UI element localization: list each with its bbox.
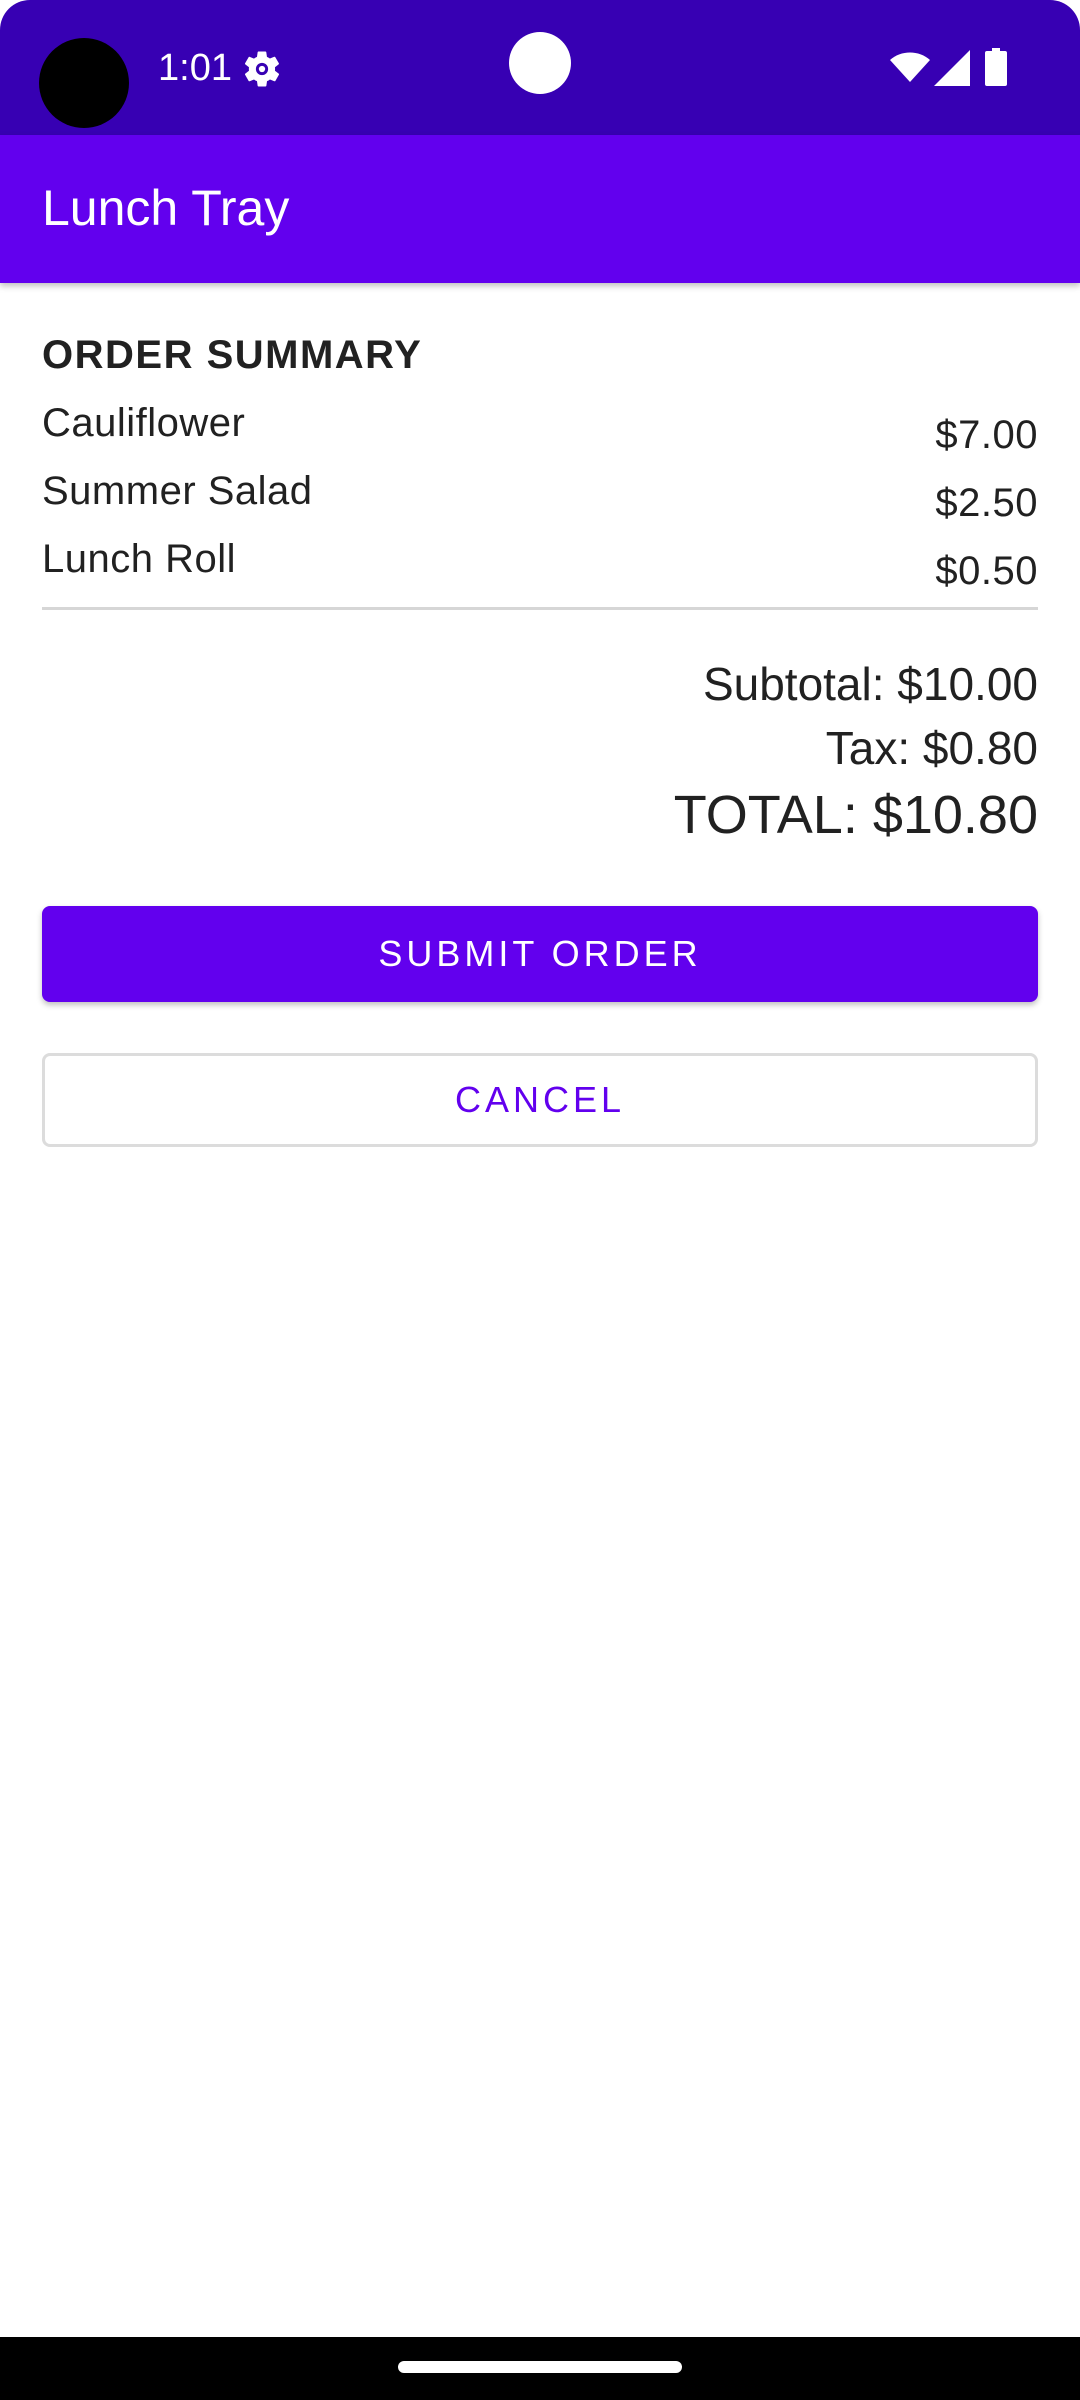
tax-text: Tax: $0.80 [825, 722, 1038, 774]
submit-order-button[interactable]: SUBMIT ORDER [42, 906, 1038, 1002]
signal-icon [934, 50, 970, 86]
item-price: $2.50 [935, 481, 1038, 525]
battery-icon [985, 48, 1007, 86]
item-name: Lunch Roll [42, 537, 237, 581]
item-name: Summer Salad [42, 469, 313, 513]
item-price: $0.50 [935, 549, 1038, 593]
subtotal-text: Subtotal: $10.00 [702, 658, 1038, 710]
order-summary-title: ORDER SUMMARY [42, 333, 423, 377]
total-text: TOTAL: $10.80 [673, 785, 1038, 845]
camera-cutout [39, 38, 129, 128]
order-item-row: Cauliflower $7.00 [42, 398, 1038, 466]
item-price: $7.00 [935, 413, 1038, 457]
status-time: 1:01 [158, 47, 232, 89]
notification-dot [509, 32, 571, 94]
status-bar: 1:01 [0, 0, 1080, 135]
app-bar: Lunch Tray [0, 135, 1080, 283]
screen: 1:01 Lunch Tray ORDER SUMMARY Cauliflowe… [0, 0, 1080, 2400]
wifi-icon [890, 52, 930, 84]
item-name: Cauliflower [42, 401, 246, 445]
cancel-button[interactable]: CANCEL [42, 1053, 1038, 1147]
app-title: Lunch Tray [42, 180, 290, 236]
navigation-bar [0, 2337, 1080, 2400]
home-handle[interactable] [398, 2361, 682, 2373]
divider [42, 607, 1038, 610]
order-item-row: Lunch Roll $0.50 [42, 534, 1038, 602]
settings-icon [241, 48, 283, 90]
order-item-row: Summer Salad $2.50 [42, 466, 1038, 534]
